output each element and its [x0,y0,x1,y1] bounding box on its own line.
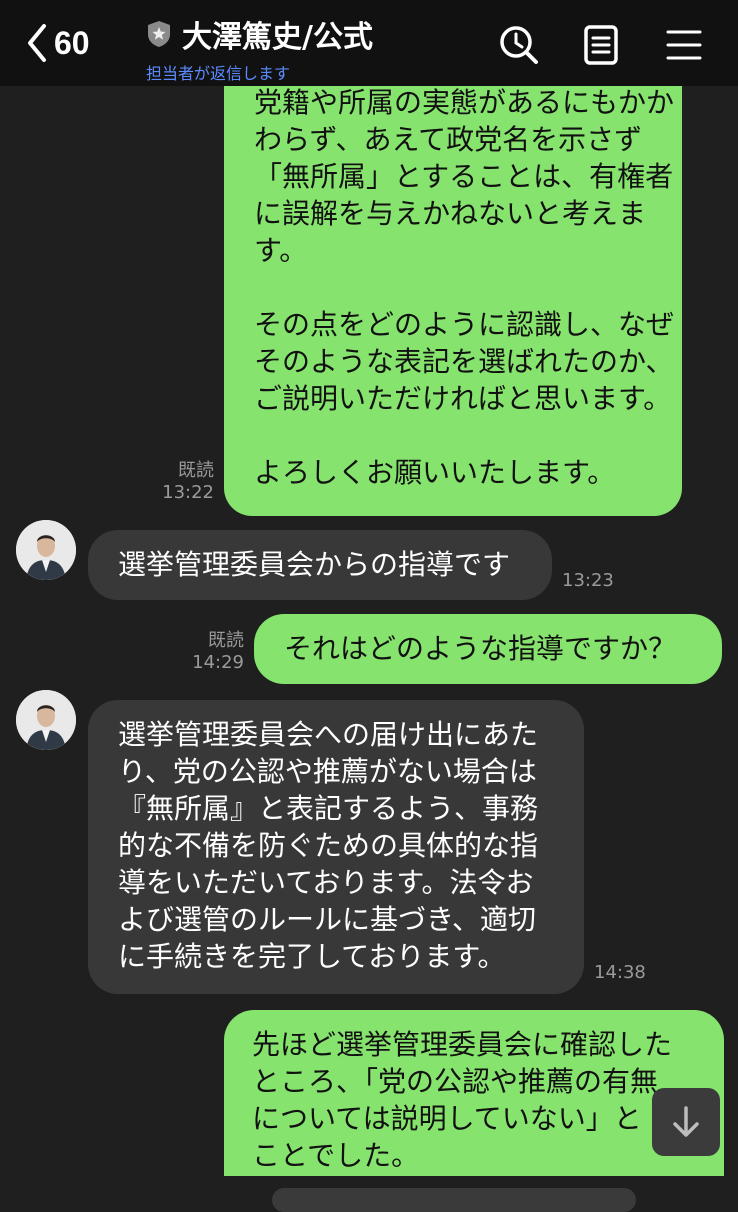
read-receipt: 既読 [178,460,214,481]
message-meta: 既読 14:29 [186,630,244,674]
scroll-to-bottom-button[interactable] [652,1088,720,1156]
menu-icon [666,30,702,60]
message-text: 選挙管理委員会への届け出にあた り、党の公認や推薦がない場合は 『無所属』と表記… [118,718,539,973]
message-text: それはどのような指導ですか？ [284,632,677,665]
avatar-photo [16,520,76,580]
chat-header: 60 大澤篤史/公式 担当者が返信します [0,0,738,86]
search-clock-icon [500,26,538,64]
message-bubble-outgoing[interactable]: 先ほど選挙管理委員会に確認した ところ、「党の公認や推薦の有無 については説明し… [224,1010,724,1176]
read-receipt: 既読 [208,630,244,651]
notes-icon [584,25,618,65]
input-bar-edge[interactable] [272,1188,636,1212]
shield-star-icon [148,21,170,47]
back-button[interactable]: 60 [24,22,90,64]
avatar[interactable] [16,690,76,750]
message-time: 14:29 [192,652,244,673]
chat-title-area[interactable]: 大澤篤史/公式 担当者が返信します [146,12,373,84]
message-meta: 既読 13:22 [160,460,214,504]
message-text: 選挙管理委員会からの指導です [118,548,511,581]
menu-button[interactable] [664,24,704,70]
message-bubble-outgoing[interactable]: 党籍や所属の実態があるにもかか わらず、あえて政党名を示さず 「無所属」とするこ… [224,70,682,516]
message-time: 13:23 [562,570,614,591]
notes-button[interactable] [582,24,620,70]
message-bubble-incoming[interactable]: 選挙管理委員会からの指導です [88,530,552,600]
chat-subtitle: 担当者が返信します [146,64,291,83]
message-bubble-outgoing[interactable]: それはどのような指導ですか？ [254,614,722,684]
message-time: 14:38 [594,962,646,983]
avatar-photo [16,690,76,750]
chat-title: 大澤篤史/公式 [182,20,373,55]
unread-count: 60 [54,24,90,61]
chevron-left-icon [28,24,46,62]
message-text: 党籍や所属の実態があるにもかか わらず、あえて政党名を示さず 「無所属」とするこ… [254,86,675,489]
message-bubble-incoming[interactable]: 選挙管理委員会への届け出にあた り、党の公認や推薦がない場合は 『無所属』と表記… [88,700,584,994]
message-time: 13:22 [162,482,214,503]
avatar[interactable] [16,520,76,580]
search-button[interactable] [498,24,540,70]
arrow-down-icon [673,1106,699,1137]
